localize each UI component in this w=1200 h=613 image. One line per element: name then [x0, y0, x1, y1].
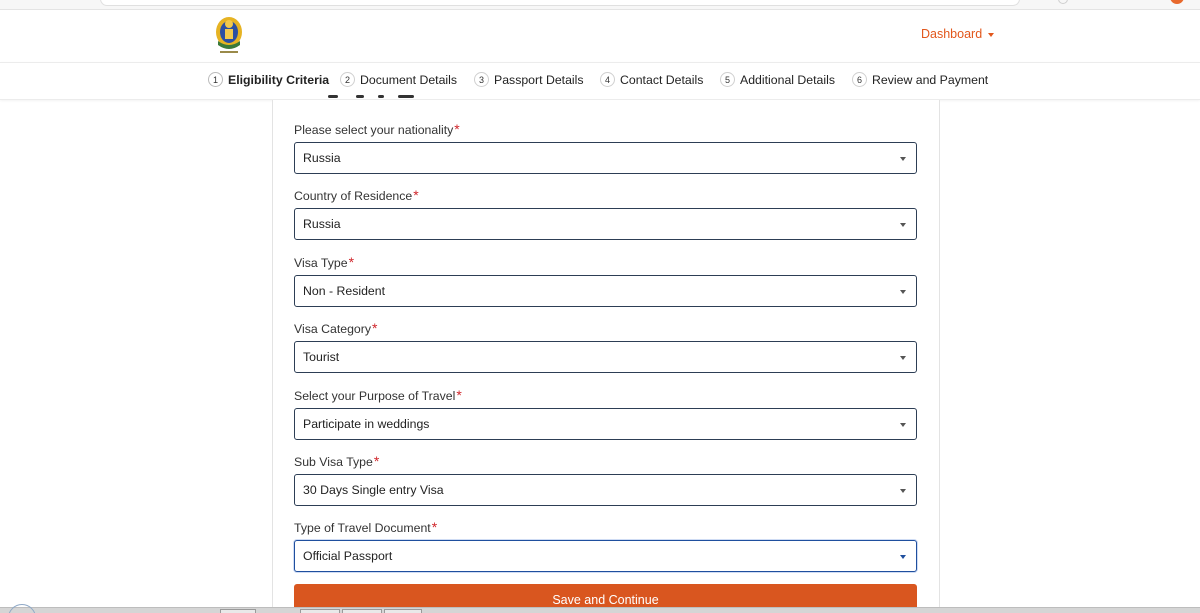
sub-visa-type-label: Sub Visa Type* — [294, 453, 380, 469]
progress-steps: 1 Eligibility Criteria 2 Document Detail… — [0, 62, 1200, 100]
site-header: Dashboard — [0, 10, 1200, 62]
browser-address-bar[interactable] — [100, 0, 1020, 6]
nationality-label: Please select your nationality* — [294, 121, 460, 137]
visa-type-value: Non - Resident — [303, 284, 386, 298]
browser-profile-icon[interactable] — [1058, 0, 1068, 4]
travel-document-type-value: Official Passport — [303, 549, 393, 563]
step-contact-details[interactable]: 4 Contact Details — [600, 72, 703, 87]
step-number: 6 — [852, 72, 867, 87]
visa-type-label: Visa Type* — [294, 254, 355, 270]
taskbar-app-button[interactable] — [342, 609, 382, 613]
dashboard-menu[interactable]: Dashboard — [921, 27, 995, 41]
start-button-icon[interactable] — [8, 604, 36, 613]
taskbar-app-button[interactable] — [384, 609, 422, 613]
country-of-residence-select[interactable]: Russia — [294, 208, 917, 240]
purpose-of-travel-value: Participate in weddings — [303, 417, 430, 431]
sub-visa-type-select[interactable]: 30 Days Single entry Visa — [294, 474, 917, 506]
country-of-residence-label: Country of Residence* — [294, 187, 419, 203]
step-label: Eligibility Criteria — [228, 72, 330, 87]
step-eligibility-criteria[interactable]: 1 Eligibility Criteria — [208, 72, 329, 87]
chevron-down-icon — [900, 223, 906, 227]
nationality-value: Russia — [303, 151, 341, 165]
browser-top-strip — [0, 0, 1200, 10]
travel-document-type-label: Type of Travel Document* — [294, 519, 438, 535]
step-number: 4 — [600, 72, 615, 87]
travel-document-type-select[interactable]: Official Passport — [294, 540, 917, 572]
step-label: Contact Details — [620, 72, 704, 87]
step-number: 3 — [474, 72, 489, 87]
step-label: Passport Details — [494, 72, 584, 87]
visa-type-select[interactable]: Non - Resident — [294, 275, 917, 307]
chevron-down-icon — [900, 489, 906, 493]
chevron-down-icon — [900, 290, 906, 294]
purpose-of-travel-label: Select your Purpose of Travel* — [294, 387, 462, 403]
save-and-continue-label: Save and Continue — [552, 593, 659, 607]
sub-visa-type-value: 30 Days Single entry Visa — [303, 483, 444, 497]
chevron-down-icon — [900, 356, 906, 360]
section-heading-cut-off — [326, 93, 416, 102]
step-number: 2 — [340, 72, 355, 87]
taskbar-app-button[interactable] — [220, 609, 256, 613]
step-label: Document Details — [360, 72, 458, 87]
country-of-residence-value: Russia — [303, 217, 341, 231]
step-label: Review and Payment — [872, 72, 989, 87]
step-label: Additional Details — [740, 72, 836, 87]
national-emblem-logo-icon[interactable] — [213, 15, 245, 57]
caret-down-icon — [988, 32, 995, 37]
chevron-down-icon — [900, 423, 906, 427]
taskbar-app-button[interactable] — [300, 609, 340, 613]
nationality-select[interactable]: Russia — [294, 142, 917, 174]
step-review-and-payment[interactable]: 6 Review and Payment — [852, 72, 988, 87]
visa-category-value: Tourist — [303, 350, 340, 364]
step-passport-details[interactable]: 3 Passport Details — [474, 72, 584, 87]
os-taskbar — [0, 604, 1200, 613]
step-number: 5 — [720, 72, 735, 87]
visa-category-select[interactable]: Tourist — [294, 341, 917, 373]
purpose-of-travel-select[interactable]: Participate in weddings — [294, 408, 917, 440]
step-document-details[interactable]: 2 Document Details — [340, 72, 457, 87]
dashboard-label: Dashboard — [921, 27, 983, 41]
visa-category-label: Visa Category* — [294, 320, 378, 336]
chevron-down-icon — [900, 555, 906, 559]
step-number: 1 — [208, 72, 223, 87]
browser-extension-icon[interactable] — [1170, 0, 1184, 4]
step-additional-details[interactable]: 5 Additional Details — [720, 72, 835, 87]
chevron-down-icon — [900, 157, 906, 161]
